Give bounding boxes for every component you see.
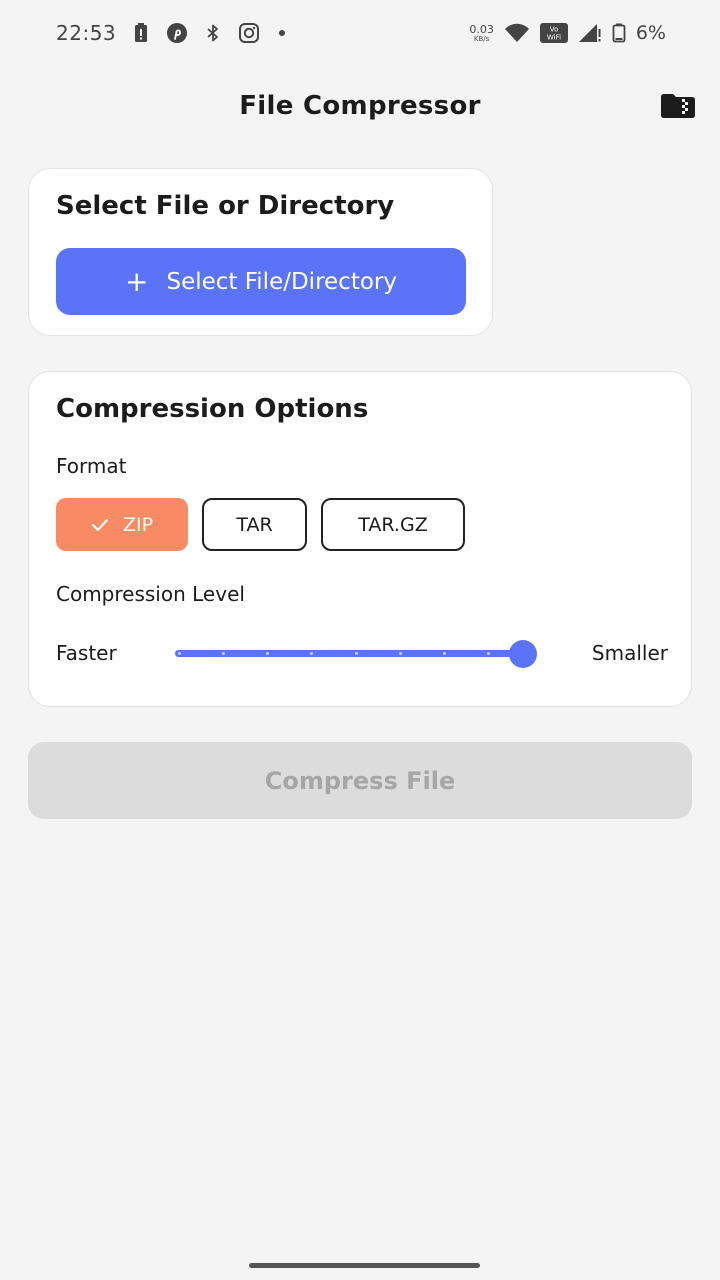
status-left: 22:53	[56, 21, 304, 45]
home-indicator	[249, 1263, 480, 1268]
status-bar: 22:53 0.03 KB/s Vo WiFi 6%	[0, 0, 720, 66]
bluetooth-icon	[206, 23, 220, 43]
slider-tick	[310, 652, 314, 655]
select-file-card: Select File or Directory + Select File/D…	[28, 168, 493, 336]
folder-zip-button[interactable]	[660, 92, 696, 120]
slider-tick	[487, 652, 491, 655]
svg-text:WiFi: WiFi	[547, 34, 561, 42]
folder-zip-icon	[661, 94, 695, 118]
check-icon	[91, 518, 109, 532]
compress-file-button-label: Compress File	[264, 766, 456, 795]
format-chip-tar-label: TAR	[236, 513, 273, 536]
slider-thumb[interactable]	[509, 640, 537, 668]
screen: 22:53 0.03 KB/s Vo WiFi 6% File Compress…	[0, 0, 720, 1280]
slider-tick	[354, 652, 358, 655]
format-chip-zip[interactable]: ZIP	[56, 498, 188, 551]
slider-tick	[177, 652, 181, 655]
signal-icon	[578, 23, 602, 43]
net-speed: 0.03 KB/s	[469, 24, 494, 43]
select-card-title: Select File or Directory	[56, 191, 395, 221]
compression-level-label: Compression Level	[56, 582, 245, 606]
vowifi-icon: Vo WiFi	[539, 23, 568, 43]
dot-icon	[278, 29, 286, 37]
compress-file-button[interactable]: Compress File	[28, 742, 692, 819]
wifi-icon	[504, 23, 530, 43]
format-chip-zip-label: ZIP	[122, 513, 154, 536]
select-file-button[interactable]: + Select File/Directory	[56, 248, 466, 315]
select-file-button-label: Select File/Directory	[166, 268, 397, 295]
slider-tick	[266, 652, 269, 655]
battery-icon	[612, 23, 626, 43]
app-header: File Compressor	[0, 66, 720, 146]
slider-max-label: Smaller	[591, 641, 668, 665]
status-right: 0.03 KB/s Vo WiFi 6%	[469, 22, 666, 44]
net-speed-unit: KB/s	[473, 34, 490, 43]
net-speed-value: 0.03	[469, 22, 494, 36]
plus-icon: +	[125, 264, 149, 298]
compression-level-slider-row: Faster Smaller	[56, 636, 668, 672]
options-card-title: Compression Options	[56, 394, 369, 424]
battery-alert-icon	[134, 23, 148, 43]
status-time: 22:53	[56, 21, 117, 45]
slider-min-label: Faster	[56, 641, 117, 665]
battery-percent: 6%	[635, 22, 666, 44]
format-chip-tar[interactable]: TAR	[202, 498, 307, 551]
format-chip-targz[interactable]: TAR.GZ	[321, 498, 465, 551]
format-chip-targz-label: TAR.GZ	[358, 513, 428, 536]
compression-options-card: Compression Options Format ZIP TAR TAR.G…	[28, 371, 692, 707]
instagram-icon	[238, 22, 260, 44]
page-title: File Compressor	[239, 91, 481, 121]
compression-level-slider[interactable]	[175, 640, 537, 668]
slider-tick	[221, 652, 225, 655]
pinterest-icon	[166, 22, 188, 44]
slider-tick	[398, 652, 402, 655]
format-label: Format	[56, 454, 127, 478]
slider-tick	[443, 652, 446, 655]
svg-text:Vo: Vo	[550, 26, 559, 34]
